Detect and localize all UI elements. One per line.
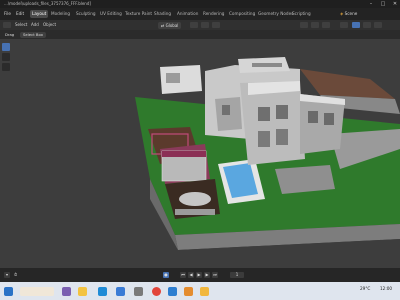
chrome-icon[interactable]	[152, 287, 161, 296]
editor-type-icon[interactable]	[3, 22, 11, 28]
menu-file[interactable]: File	[4, 8, 11, 20]
menu-bar: File Edit Layout Modeling Sculpting UV E…	[0, 8, 400, 20]
task-view-icon[interactable]	[62, 287, 71, 296]
solid-shading-icon[interactable]	[352, 22, 360, 28]
viewport-header: Select Add Object ⇄ Global	[0, 20, 400, 30]
proportional-edit-icon[interactable]	[212, 22, 220, 28]
menu-add[interactable]: Add	[31, 20, 39, 30]
timeline: ▾ ⏱ ● ⏮ ◀ ▶ ▶ ⏭ 1	[0, 268, 400, 282]
round-table	[179, 192, 211, 206]
store-icon[interactable]	[116, 287, 125, 296]
tab-shading[interactable]: Shading	[152, 10, 173, 18]
minimize-button[interactable]: –	[366, 0, 376, 8]
visibility-icon[interactable]	[300, 22, 308, 28]
folder-icon[interactable]	[200, 287, 209, 296]
taskbar: 29°C 12:00	[0, 282, 400, 300]
jump-end-button[interactable]: ⏭	[212, 272, 218, 278]
play-button[interactable]: ▶	[196, 272, 202, 278]
select-box-dropdown[interactable]: Select Box	[20, 31, 46, 38]
pivot-icon[interactable]	[190, 22, 198, 28]
orientation-value: Global	[165, 22, 179, 28]
drag-label: Drag	[5, 31, 15, 37]
scene-icon: ◈	[340, 11, 344, 16]
windows-icon[interactable]	[4, 287, 13, 296]
clock: 12:00	[380, 286, 393, 291]
blender-icon[interactable]	[184, 287, 193, 296]
search-box[interactable]	[20, 287, 54, 296]
weather-label: 29°C	[360, 286, 371, 291]
rendered-shading-icon[interactable]	[374, 22, 382, 28]
current-frame-field[interactable]: 1	[230, 272, 244, 278]
tab-compositing[interactable]: Compositing	[227, 10, 257, 18]
timeline-label: ⏱	[14, 272, 18, 277]
tab-rendering[interactable]: Rendering	[201, 10, 226, 18]
scene-selector[interactable]: ◈ Scene	[340, 10, 357, 18]
tab-texture-paint[interactable]: Texture Paint	[123, 10, 154, 18]
orientation-icon: ⇄	[161, 22, 165, 28]
xray-icon[interactable]	[340, 22, 348, 28]
tool-sidebar	[2, 43, 10, 71]
tab-scripting[interactable]: Scripting	[290, 10, 313, 18]
file-explorer-icon[interactable]	[78, 287, 87, 296]
rear-terrace	[300, 69, 395, 99]
timeline-menu-icon[interactable]: ▾	[4, 272, 10, 278]
menu-edit[interactable]: Edit	[16, 8, 24, 20]
transform-orientation-dropdown[interactable]: ⇄ Global	[158, 21, 182, 29]
maximize-button[interactable]: □	[378, 0, 388, 8]
prev-keyframe-button[interactable]: ◀	[188, 272, 194, 278]
tab-sculpting[interactable]: Sculpting	[74, 10, 98, 18]
menu-select[interactable]: Select	[15, 20, 27, 30]
tab-modeling[interactable]: Modeling	[49, 10, 72, 18]
keyframe-icon[interactable]: ●	[163, 272, 169, 278]
app2-icon[interactable]	[168, 287, 177, 296]
snap-icon[interactable]	[201, 22, 209, 28]
3d-viewport[interactable]	[0, 39, 400, 268]
tool-header: Drag Select Box	[0, 30, 400, 39]
close-button[interactable]: ✕	[390, 0, 400, 8]
menu-object[interactable]: Object	[43, 20, 56, 30]
app-icon[interactable]	[134, 287, 143, 296]
tab-animation[interactable]: Animation	[175, 10, 200, 18]
edge-icon[interactable]	[98, 287, 107, 296]
tab-uv-editing[interactable]: UV Editing	[98, 10, 124, 18]
jump-start-button[interactable]: ⏮	[180, 272, 186, 278]
overlay-icon[interactable]	[322, 22, 330, 28]
tab-layout[interactable]: Layout	[30, 10, 49, 18]
next-keyframe-button[interactable]: ▶	[204, 272, 210, 278]
scene-render	[2, 43, 400, 268]
title-bar: ...\model\uploads_files_3757376_FFF.blen…	[0, 0, 400, 8]
window-title: ...\model\uploads_files_3757376_FFF.blen…	[4, 1, 91, 6]
gizmo-icon[interactable]	[311, 22, 319, 28]
material-shading-icon[interactable]	[363, 22, 371, 28]
scene-label: Scene	[344, 11, 358, 16]
